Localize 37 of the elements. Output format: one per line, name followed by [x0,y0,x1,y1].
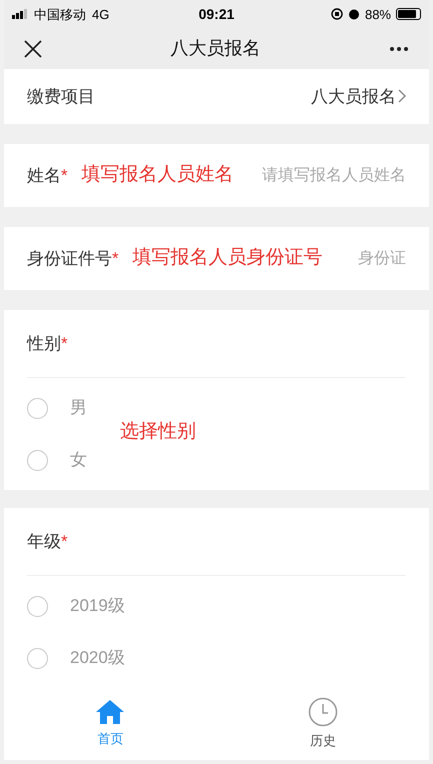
signal-icon [12,9,28,20]
field-label: 姓名 [27,164,61,187]
network-text: 4G [92,6,110,24]
page-title: 八大员报名 [170,37,262,60]
option-label: 2019级 [70,595,125,618]
annotation-text: 填写报名人员姓名 [82,163,234,188]
radio-button[interactable] [27,398,48,419]
input-field[interactable]: 请填写报名人员姓名 [234,164,406,188]
required-mark: * [61,530,68,553]
clock-icon [308,697,338,728]
required-mark: * [61,332,68,355]
field-label: 身份证件号 [27,248,112,270]
input-field[interactable]: 身份证 [322,246,406,271]
fee-item-label: 缴费项目 [27,86,96,108]
chevron-right-icon [398,89,406,104]
tab-item[interactable]: 历史 [216,688,429,760]
required-mark: * [61,164,68,187]
required-mark: * [112,248,119,270]
option-label: 女 [70,449,87,472]
fee-item-row[interactable]: 缴费项目 八大员报名 [4,68,429,124]
annotation-text: 填写报名人员身份证号 [132,246,323,270]
battery-percent: 88% [364,6,391,24]
radio-button[interactable] [27,648,48,669]
group-label: 性别 [27,332,61,355]
clock-time: 09:21 [198,4,234,24]
home-icon [95,699,126,726]
annotation-text: 选择性别 [120,420,196,444]
group-label: 年级 [27,530,61,553]
fee-item-value: 八大员报名 [311,86,396,108]
close-icon[interactable] [24,40,42,58]
battery-icon [396,8,421,20]
radio-button[interactable] [27,450,48,471]
carrier-text: 中国移动 [34,6,86,24]
more-icon[interactable] [389,46,409,52]
radio-button[interactable] [27,596,48,617]
option-label: 男 [70,397,87,420]
option-label: 2020级 [70,647,125,670]
